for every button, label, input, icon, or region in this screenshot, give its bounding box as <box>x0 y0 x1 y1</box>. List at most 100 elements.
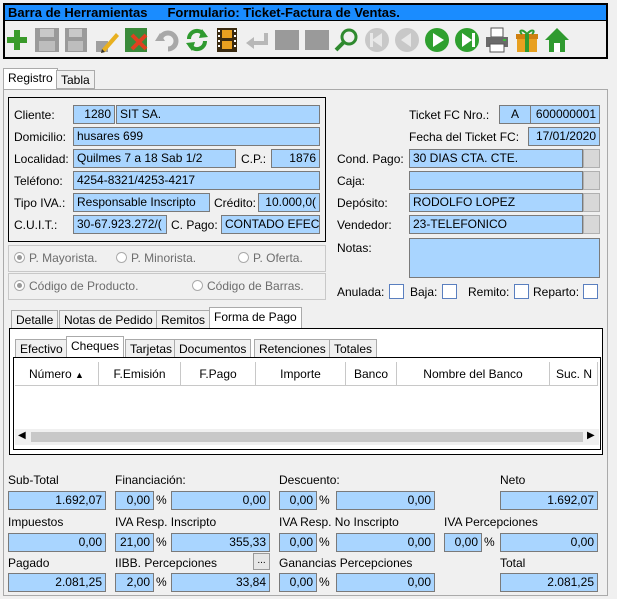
column-header-femision[interactable]: F.Emisión <box>99 362 181 386</box>
scroll-right-icon[interactable]: ▶ <box>587 430 595 441</box>
tab-cheques[interactable]: Cheques <box>66 336 125 358</box>
tab-forma-pago[interactable]: Forma de Pago <box>209 307 302 329</box>
tab-notas-pedido[interactable]: Notas de Pedido <box>59 310 158 329</box>
subtotal-label: Sub-Total <box>8 473 59 487</box>
tab-registro[interactable]: Registro <box>3 68 58 90</box>
next-record-icon[interactable] <box>423 26 451 54</box>
tab-efectivo[interactable]: Efectivo <box>15 339 68 358</box>
tab-detalle[interactable]: Detalle <box>11 310 59 329</box>
iva-perc-value-field[interactable]: 0,00 <box>500 533 598 552</box>
deposito-field[interactable]: RODOLFO LOPEZ <box>409 193 583 212</box>
iibb-value-field[interactable]: 33,84 <box>171 573 270 592</box>
radio-minorista[interactable]: P. Minorista. <box>116 251 196 265</box>
iibb-pct-field[interactable]: 2,00 <box>115 573 154 592</box>
vendedor-button[interactable] <box>583 215 600 234</box>
descuento-pct-field[interactable]: 0,00 <box>279 491 317 510</box>
column-header-banco[interactable]: Banco <box>346 362 397 386</box>
iva-ri-value-field[interactable]: 355,33 <box>171 533 270 552</box>
domicilio-field[interactable]: husares 699 <box>73 127 320 146</box>
reparto-checkbox[interactable] <box>583 284 598 299</box>
first-record-icon[interactable] <box>363 26 391 54</box>
pagado-field[interactable]: 2.081,25 <box>8 573 106 592</box>
descuento-value-field[interactable]: 0,00 <box>336 491 435 510</box>
ticket-nro-field[interactable]: 600000001 <box>530 105 600 124</box>
cpago-field[interactable]: CONTADO EFEC <box>221 215 320 234</box>
cliente-label: Cliente: <box>14 108 55 122</box>
column-header-fpago[interactable]: F.Pago <box>181 362 256 386</box>
notas-field[interactable] <box>409 238 600 278</box>
baja-checkbox[interactable] <box>442 284 457 299</box>
tab-retenciones[interactable]: Retenciones <box>254 339 331 358</box>
delete-icon[interactable] <box>123 26 151 54</box>
cliente-code-field[interactable]: 1280 <box>73 105 115 124</box>
radio-button-icon <box>14 252 25 263</box>
scrollbar-thumb[interactable] <box>31 432 583 442</box>
financiacion-pct-field[interactable]: 0,00 <box>115 491 154 510</box>
iva-rni-value-field[interactable]: 0,00 <box>336 533 435 552</box>
total-field[interactable]: 2.081,25 <box>500 573 598 592</box>
scroll-left-icon[interactable]: ◀ <box>18 430 26 441</box>
anulada-checkbox[interactable] <box>389 284 404 299</box>
edit-icon[interactable] <box>93 26 121 54</box>
impuestos-field[interactable]: 0,00 <box>8 533 106 552</box>
ticket-letter-field[interactable]: A <box>499 105 531 124</box>
cp-field[interactable]: 1876 <box>271 149 320 168</box>
tab-remitos[interactable]: Remitos <box>156 310 211 329</box>
column-header-sucursal[interactable]: Suc. N <box>550 362 598 386</box>
tab-tabla[interactable]: Tabla <box>56 70 95 89</box>
iva-rni-pct-field[interactable]: 0,00 <box>279 533 317 552</box>
previous-record-icon[interactable] <box>393 26 421 54</box>
cond-pago-field[interactable]: 30 DIAS CTA. CTE. <box>409 149 583 168</box>
caja-field[interactable] <box>409 171 583 190</box>
film-icon[interactable] <box>213 26 241 54</box>
blank-icon[interactable] <box>303 26 331 54</box>
tab-documentos[interactable]: Documentos <box>174 339 252 358</box>
horizontal-scrollbar[interactable]: ◀ ▶ <box>15 429 599 445</box>
column-header-nombre-banco[interactable]: Nombre del Banco <box>397 362 550 386</box>
credito-field[interactable]: 10.000,0( <box>258 193 320 212</box>
neto-field[interactable]: 1.692,07 <box>500 491 598 510</box>
back-arrow-icon[interactable] <box>243 26 271 54</box>
ticket-fecha-field[interactable]: 17/01/2020 <box>528 127 600 146</box>
cliente-name-field[interactable]: SIT SA. <box>116 105 320 124</box>
column-header-importe[interactable]: Importe <box>256 362 346 386</box>
vendedor-field[interactable]: 23-TELEFONICO <box>409 215 583 234</box>
subtotal-field[interactable]: 1.692,07 <box>8 491 106 510</box>
save-icon[interactable] <box>33 26 61 54</box>
print-icon[interactable] <box>483 26 511 54</box>
add-icon[interactable] <box>3 26 31 54</box>
radio-codigo-barras[interactable]: Código de Barras. <box>192 279 304 293</box>
tab-totales[interactable]: Totales <box>329 339 378 358</box>
ganancias-pct-field[interactable]: 0,00 <box>279 573 317 592</box>
financiacion-value-field[interactable]: 0,00 <box>171 491 270 510</box>
radio-oferta[interactable]: P. Oferta. <box>238 251 303 265</box>
undo-icon[interactable] <box>153 26 181 54</box>
telefono-field[interactable]: 4254-8321/4253-4217 <box>73 171 320 190</box>
last-record-icon[interactable] <box>453 26 481 54</box>
radio-codigo-producto-label: Código de Producto. <box>29 279 139 293</box>
localidad-field[interactable]: Quilmes 7 a 18 Sab 1/2 <box>73 149 236 168</box>
ganancias-value-field[interactable]: 0,00 <box>336 573 435 592</box>
deposito-button[interactable] <box>583 193 600 212</box>
column-header-numero[interactable]: Número ▲ <box>15 362 99 386</box>
iibb-browse-button[interactable]: ... <box>253 553 270 570</box>
save-as-icon[interactable] <box>63 26 91 54</box>
remito-checkbox[interactable] <box>514 284 529 299</box>
refresh-icon[interactable] <box>183 26 211 54</box>
home-icon[interactable] <box>543 26 571 54</box>
ticket-fecha-label: Fecha del Ticket FC: <box>409 130 520 144</box>
iva-ri-pct-field[interactable]: 21,00 <box>115 533 154 552</box>
radio-mayorista[interactable]: P. Mayorista. <box>14 251 97 265</box>
iva-perc-pct-field[interactable]: 0,00 <box>444 533 482 552</box>
gift-icon[interactable] <box>513 26 541 54</box>
toolbar <box>3 21 608 59</box>
cond-pago-button[interactable] <box>583 149 600 168</box>
tab-tarjetas[interactable]: Tarjetas <box>125 339 178 358</box>
radio-codigo-producto[interactable]: Código de Producto. <box>14 279 138 293</box>
cuit-field[interactable]: 30-67.923.272/( <box>73 215 167 234</box>
search-icon[interactable] <box>333 26 361 54</box>
caja-button[interactable] <box>583 171 600 190</box>
sort-ascending-icon: ▲ <box>75 370 84 380</box>
tipo-iva-field[interactable]: Responsable Inscripto <box>73 193 210 212</box>
blank-icon[interactable] <box>273 26 301 54</box>
